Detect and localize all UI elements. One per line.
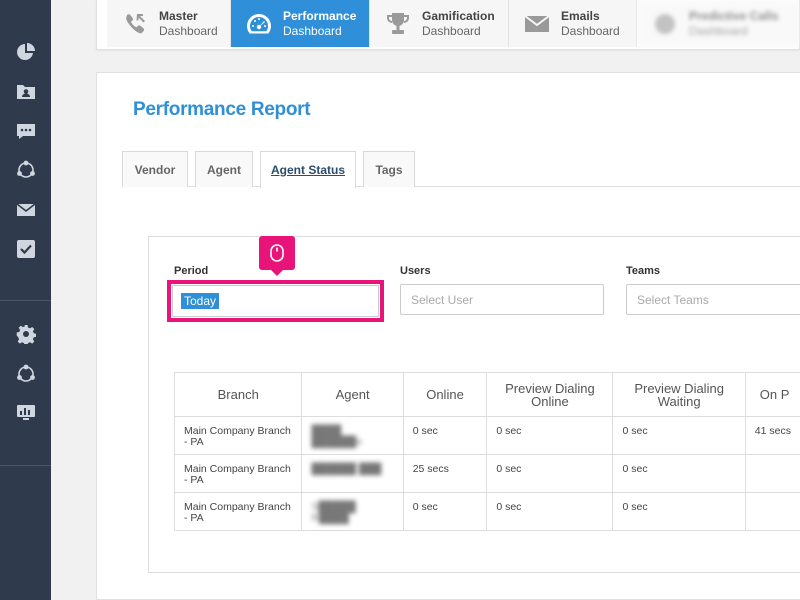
table-header-row: Branch Agent Online Preview Dialing Onli… <box>173 372 800 417</box>
cell-on-p: 41 secs <box>744 416 800 455</box>
page-title: Performance Report <box>133 99 311 120</box>
col-preview-dialing-online: Preview Dialing Online <box>486 372 614 417</box>
col-preview-dialing-waiting: Preview Dialing Waiting <box>612 372 746 417</box>
col-on-p: On P <box>744 372 800 417</box>
tab-subtitle: Dashboard <box>561 23 620 38</box>
cell-pd-waiting: 0 sec <box>612 416 746 455</box>
cell-online: 0 sec <box>402 416 488 455</box>
tab-predictive-dashboard[interactable]: Predictive Calls Dashboard <box>637 0 800 47</box>
col-agent: Agent <box>301 372 404 417</box>
tab-title: Master <box>159 8 198 23</box>
cell-branch: Main Company Branch - PA <box>173 416 303 455</box>
tab-tags[interactable]: Tags <box>363 151 415 187</box>
cell-pd-online: 0 sec <box>486 416 614 455</box>
pie-chart-icon[interactable] <box>15 41 37 63</box>
agent-status-table: Branch Agent Online Preview Dialing Onli… <box>173 372 800 531</box>
table-row: Main Company Branch - PA ████ ██████e 0 … <box>173 416 800 455</box>
phone-icon <box>119 9 151 39</box>
mouse-icon <box>270 244 284 262</box>
filter-panel: Period Users Teams Today Select User Sel… <box>148 236 800 573</box>
mail-icon[interactable] <box>15 199 37 221</box>
cell-agent: ████ ██████e <box>301 416 404 455</box>
col-branch: Branch <box>173 372 303 417</box>
tab-performance-dashboard[interactable]: Performance Dashboard <box>231 0 370 47</box>
gear-icon[interactable] <box>15 323 37 345</box>
teams-label: Teams <box>626 265 661 277</box>
tab-title: Emails <box>561 8 600 23</box>
cell-agent: ██████ ███ <box>301 454 404 493</box>
period-value: Today <box>181 293 220 309</box>
tab-subtitle: Dashboard <box>159 23 218 38</box>
speedometer-icon <box>243 9 275 39</box>
tab-vendor[interactable]: Vendor <box>122 151 188 187</box>
tab-subtitle: Dashboard <box>283 23 342 38</box>
mouse-click-indicator <box>259 236 295 276</box>
tab-subtitle: Dashboard <box>689 23 748 38</box>
monitor-chart-icon[interactable] <box>15 402 37 424</box>
cell-branch: Main Company Branch - PA <box>173 492 303 531</box>
cell-pd-online: 0 sec <box>486 454 614 493</box>
contacts-folder-icon[interactable] <box>15 80 37 102</box>
cell-online: 25 secs <box>402 454 488 493</box>
tab-emails-dashboard[interactable]: Emails Dashboard <box>509 0 637 47</box>
cell-online: 0 sec <box>402 492 488 531</box>
sidebar-divider <box>0 300 51 301</box>
cell-on-p <box>744 492 800 531</box>
users-label: Users <box>400 265 431 277</box>
network-icon[interactable] <box>15 159 37 181</box>
trophy-icon <box>382 9 414 39</box>
cell-pd-waiting: 0 sec <box>612 492 746 531</box>
dashboard-tabbar: Master Dashboard Performance Dashboard Gam… <box>96 0 800 50</box>
period-label: Period <box>174 265 209 277</box>
tab-title: Predictive Calls <box>689 8 779 23</box>
tab-agent[interactable]: Agent <box>195 151 253 187</box>
tab-title: Gamification <box>422 8 495 23</box>
cell-on-p <box>744 454 800 493</box>
predictive-icon <box>649 9 681 39</box>
col-online: Online <box>402 372 488 417</box>
period-input[interactable]: Today <box>172 285 379 317</box>
network-icon[interactable] <box>15 363 37 385</box>
report-card: Performance Report Vendor Agent Agent St… <box>96 72 800 600</box>
left-sidebar <box>0 0 51 600</box>
cell-pd-waiting: 0 sec <box>612 454 746 493</box>
cell-pd-online: 0 sec <box>486 492 614 531</box>
tab-master-dashboard[interactable]: Master Dashboard <box>107 0 231 47</box>
sidebar-divider <box>0 465 51 466</box>
cell-branch: Main Company Branch - PA <box>173 454 303 493</box>
chat-icon[interactable] <box>15 120 37 142</box>
cell-agent: S█████ R████ <box>301 492 404 531</box>
tab-gamification-dashboard[interactable]: Gamification Dashboard <box>370 0 509 47</box>
agent-name-blurred: ████ ██████e <box>311 425 362 448</box>
agent-name-blurred: S█████ R████ <box>311 501 356 524</box>
agent-name-blurred: ██████ ███ <box>311 463 382 475</box>
tab-subtitle: Dashboard <box>422 23 481 38</box>
envelope-icon <box>521 9 553 39</box>
tab-agent-status[interactable]: Agent Status <box>260 151 356 188</box>
teams-select[interactable]: Select Teams <box>626 284 800 315</box>
table-row: Main Company Branch - PA ██████ ███ 25 s… <box>173 454 800 493</box>
table-row: Main Company Branch - PA S█████ R████ 0 … <box>173 492 800 531</box>
tab-title: Performance <box>283 8 357 23</box>
checkbox-icon[interactable] <box>15 238 37 260</box>
users-select[interactable]: Select User <box>400 284 604 315</box>
